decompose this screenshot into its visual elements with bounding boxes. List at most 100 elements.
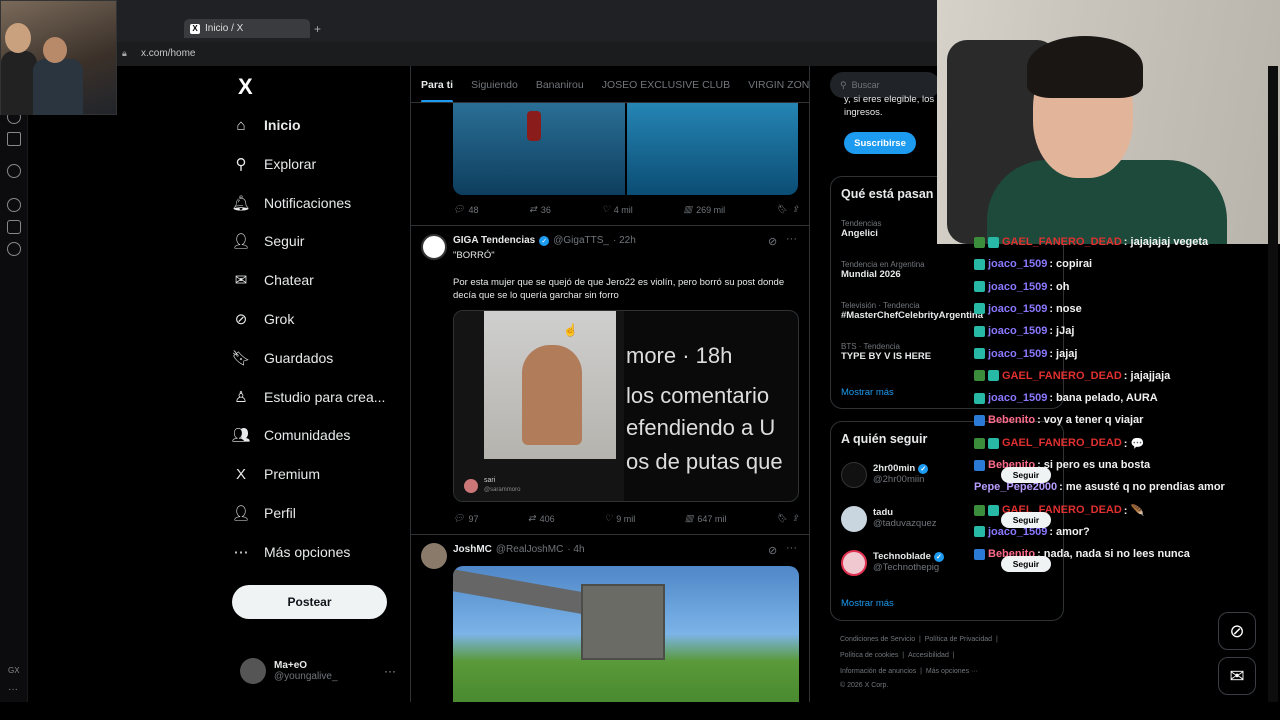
like-button[interactable]: ♡ 9 mil xyxy=(604,513,635,524)
chat-message: joaco_1509: bana pelado, AURA xyxy=(974,392,1158,404)
tweet-author-name[interactable]: JoshMC xyxy=(453,544,492,555)
tweet-actions: 💬︎ 97 ⇄ 406 ♡ 9 mil ▥ 647 mil 🔖︎ ⇪ xyxy=(453,513,799,524)
communities-icon: 👥︎ xyxy=(231,427,251,445)
chat-username[interactable]: GAEL_FANERO_DEAD xyxy=(1002,236,1122,248)
tweet-author-name[interactable]: GIGA Tendencias xyxy=(453,235,535,246)
nav-item-notificaciones[interactable]: 🔔︎ Notificaciones xyxy=(231,186,402,220)
tab-virgin-zone[interactable]: VIRGIN ZONE xyxy=(748,79,809,91)
scrollbar[interactable] xyxy=(1268,66,1278,702)
repost-button[interactable]: ⇄ 36 xyxy=(529,204,551,215)
tab-siguiendo[interactable]: Siguiendo xyxy=(471,79,518,91)
rail-settings-icon[interactable] xyxy=(7,242,21,256)
avatar[interactable] xyxy=(841,462,867,488)
messages-fab-button[interactable]: ✉ xyxy=(1218,657,1256,695)
tab-para-ti[interactable]: Para ti xyxy=(421,79,454,102)
chat-username[interactable]: GAEL_FANERO_DEAD xyxy=(1002,437,1122,449)
nav-item-explorar[interactable]: ⚲ Explorar xyxy=(232,147,402,181)
tweet-time[interactable]: · 4h xyxy=(567,544,584,555)
account-more-icon[interactable]: ··· xyxy=(384,664,396,678)
avatar[interactable] xyxy=(421,234,447,260)
footer-link[interactable]: Accesibilidad xyxy=(908,652,949,659)
chat-username[interactable]: joaco_1509 xyxy=(988,258,1047,270)
reply-button[interactable]: 💬︎ 97 xyxy=(453,513,478,524)
views-button[interactable]: ▥ 269 mil xyxy=(684,204,726,215)
tab-bananirou[interactable]: Bananirou xyxy=(536,79,584,91)
trend-item[interactable]: Tendencia en Argentina Mundial 2026 xyxy=(841,260,925,280)
browser-tab[interactable]: X Inicio / X xyxy=(184,19,310,38)
bookmark-icon[interactable]: 🔖︎ xyxy=(776,513,787,524)
chat-message: GAEL_FANERO_DEAD: jajajajaj vegeta xyxy=(974,236,1208,248)
x-logo-icon[interactable]: X xyxy=(238,74,253,100)
rail-more-icon[interactable]: ··· xyxy=(8,684,18,695)
tweet-more-icon[interactable]: ··· xyxy=(786,233,797,245)
tweet-time[interactable]: · 22h xyxy=(613,235,636,246)
follow-button[interactable]: Seguir xyxy=(1001,467,1051,483)
rail-chatgpt-icon[interactable] xyxy=(7,164,21,178)
avatar[interactable] xyxy=(841,506,867,532)
trend-item[interactable]: Tendencias Angelici xyxy=(841,219,881,239)
subscribe-button[interactable]: Suscribirse xyxy=(844,132,916,154)
grok-icon[interactable]: ⊘ xyxy=(768,544,777,557)
follow-button[interactable]: Seguir xyxy=(1001,556,1051,572)
nav-item-inicio[interactable]: ⌂ Inicio xyxy=(232,108,402,142)
url-text[interactable]: x.com/home xyxy=(141,48,195,59)
suggested-account[interactable]: tadu @taduvazquez xyxy=(873,507,937,529)
suggested-account[interactable]: 2hr00min ✓ @2hr00miin xyxy=(873,463,929,485)
post-button[interactable]: Postear xyxy=(232,585,387,619)
reply-button[interactable]: 💬︎ 48 xyxy=(453,204,478,215)
account-switcher[interactable]: Ma+eO @youngalive_ xyxy=(240,658,338,684)
avatar[interactable] xyxy=(421,543,447,569)
footer-link[interactable]: Política de Privacidad xyxy=(925,636,992,643)
chat-username[interactable]: joaco_1509 xyxy=(988,303,1047,315)
tweet-author-handle[interactable]: @GigaTTS_ xyxy=(553,235,609,246)
rail-history-icon[interactable] xyxy=(7,198,21,212)
tweet-more-icon[interactable]: ··· xyxy=(786,542,797,554)
nav-item-comunidades[interactable]: 👥︎ Comunidades xyxy=(231,418,402,452)
footer-link[interactable]: Más opciones ··· xyxy=(926,668,978,675)
tweet-media-image[interactable] xyxy=(627,103,798,195)
tab-joseo-exclusive-club[interactable]: JOSEO EXCLUSIVE CLUB xyxy=(602,79,730,91)
chat-username[interactable]: joaco_1509 xyxy=(988,348,1047,360)
trend-item[interactable]: Televisión · Tendencia #MasterChefCelebr… xyxy=(841,301,983,321)
trend-item[interactable]: BTS · Tendencia TYPE BY V IS HERE xyxy=(841,342,931,362)
repost-button[interactable]: ⇄ 406 xyxy=(528,513,555,524)
chat-username[interactable]: Bebenito xyxy=(988,414,1035,426)
nav-item-grok[interactable]: ⊘ Grok xyxy=(232,302,402,336)
share-icon[interactable]: ⇪ xyxy=(791,204,799,215)
show-more-link[interactable]: Mostrar más xyxy=(841,387,894,398)
rail-extensions-icon[interactable] xyxy=(7,220,21,234)
footer-link[interactable]: Política de cookies xyxy=(840,652,898,659)
footer-link[interactable]: Información de anuncios xyxy=(840,668,916,675)
tweet-author-handle[interactable]: @RealJoshMC xyxy=(496,544,563,555)
nav-item-premium[interactable]: X Premium xyxy=(232,457,402,491)
nav-item-estudio-para-crea[interactable]: ♙ Estudio para crea... xyxy=(232,380,402,414)
follow-button[interactable]: Seguir xyxy=(1001,512,1051,528)
like-button[interactable]: ♡ 4 mil xyxy=(602,204,633,215)
new-tab-button[interactable]: + xyxy=(314,22,321,36)
nav-item-chatear[interactable]: ✉ Chatear xyxy=(232,263,402,297)
nav-item-seguir[interactable]: 👤︎ Seguir xyxy=(231,224,402,258)
rail-app-icon[interactable] xyxy=(7,132,21,146)
avatar[interactable] xyxy=(841,550,867,576)
grok-icon[interactable]: ⊘ xyxy=(768,235,777,248)
tweet-media-image[interactable] xyxy=(453,566,799,702)
chat-username[interactable]: joaco_1509 xyxy=(988,392,1047,404)
chat-username[interactable]: GAEL_FANERO_DEAD xyxy=(1002,370,1122,382)
views-button[interactable]: ▥ 647 mil xyxy=(685,513,727,524)
nav-item-más-opciones[interactable]: ⋯ Más opciones xyxy=(232,535,402,569)
suggested-account[interactable]: Technoblade ✓ @Technothepig xyxy=(873,551,944,573)
chat-username[interactable]: joaco_1509 xyxy=(988,281,1047,293)
trend-category: Tendencia en Argentina xyxy=(841,260,925,269)
nav-item-guardados[interactable]: 🔖︎ Guardados xyxy=(231,341,402,375)
show-more-link[interactable]: Mostrar más xyxy=(841,598,894,609)
chat-username[interactable]: joaco_1509 xyxy=(988,325,1047,337)
bookmark-icon[interactable]: 🔖︎ xyxy=(776,204,787,215)
tweet-media-image[interactable] xyxy=(453,103,625,195)
grok-icon: ⊘ xyxy=(1229,620,1245,641)
share-icon[interactable]: ⇪ xyxy=(791,513,799,524)
tweet-media-image[interactable]: sari @sarammoro more · 18h los comentari… xyxy=(453,310,799,502)
nav-item-perfil[interactable]: 👤︎ Perfil xyxy=(231,496,402,530)
grok-fab-button[interactable]: ⊘ xyxy=(1218,612,1256,650)
chat-username[interactable]: Pepe_Pepe2000 xyxy=(974,481,1057,493)
footer-link[interactable]: Condiciones de Servicio xyxy=(840,636,915,643)
